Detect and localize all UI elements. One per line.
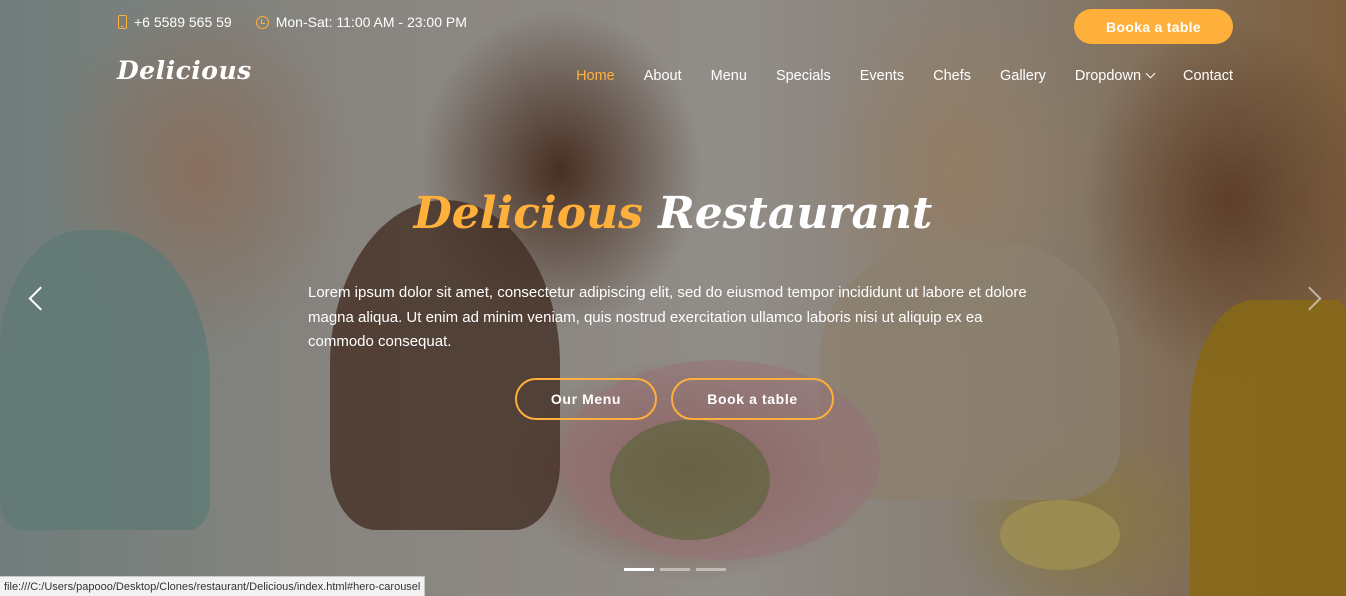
nav-chefs[interactable]: Chefs [933, 68, 971, 84]
status-url: file:///C:/Users/papooo/Desktop/Clones/r… [4, 580, 421, 593]
site-logo[interactable]: Delicious [117, 56, 252, 85]
carousel-indicators [624, 568, 726, 571]
nav-menu[interactable]: Menu [711, 68, 747, 84]
nav-home[interactable]: Home [576, 68, 615, 84]
carousel-indicator[interactable] [660, 568, 690, 571]
hero-title: Delicious Restaurant [0, 188, 1346, 239]
hero-title-accent: Delicious [413, 188, 643, 239]
browser-status-bar: file:///C:/Users/papooo/Desktop/Clones/r… [0, 576, 426, 596]
top-bar: +6 5589 565 59 Mon-Sat: 11:00 AM - 23:00… [118, 14, 467, 30]
chevron-down-icon [1145, 68, 1156, 79]
carousel-indicator[interactable] [624, 568, 654, 571]
opening-hours: Mon-Sat: 11:00 AM - 23:00 PM [255, 14, 467, 30]
main-nav: Home About Menu Specials Events Chefs Ga… [576, 68, 1233, 84]
carousel-prev-icon[interactable] [28, 286, 42, 310]
nav-dropdown[interactable]: Dropdown [1074, 68, 1156, 84]
hero-title-rest: Restaurant [658, 188, 933, 239]
book-table-hero-button[interactable]: Book a table [671, 378, 834, 420]
phone-icon [118, 15, 127, 29]
book-table-top-button[interactable]: Booka a table [1074, 9, 1233, 44]
nav-gallery[interactable]: Gallery [1000, 68, 1046, 84]
our-menu-button[interactable]: Our Menu [515, 378, 657, 420]
hours-text: Mon-Sat: 11:00 AM - 23:00 PM [275, 14, 467, 30]
nav-contact[interactable]: Contact [1183, 68, 1233, 84]
carousel-next-icon[interactable] [1306, 286, 1320, 310]
phone-info: +6 5589 565 59 [118, 14, 232, 30]
nav-events[interactable]: Events [860, 68, 904, 84]
nav-specials[interactable]: Specials [776, 68, 831, 84]
nav-about[interactable]: About [644, 68, 682, 84]
phone-number: +6 5589 565 59 [134, 14, 232, 30]
hero-description: Lorem ipsum dolor sit amet, consectetur … [308, 284, 1027, 350]
clock-icon [255, 15, 269, 29]
carousel-indicator[interactable] [696, 568, 726, 571]
nav-dropdown-label: Dropdown [1074, 68, 1142, 84]
